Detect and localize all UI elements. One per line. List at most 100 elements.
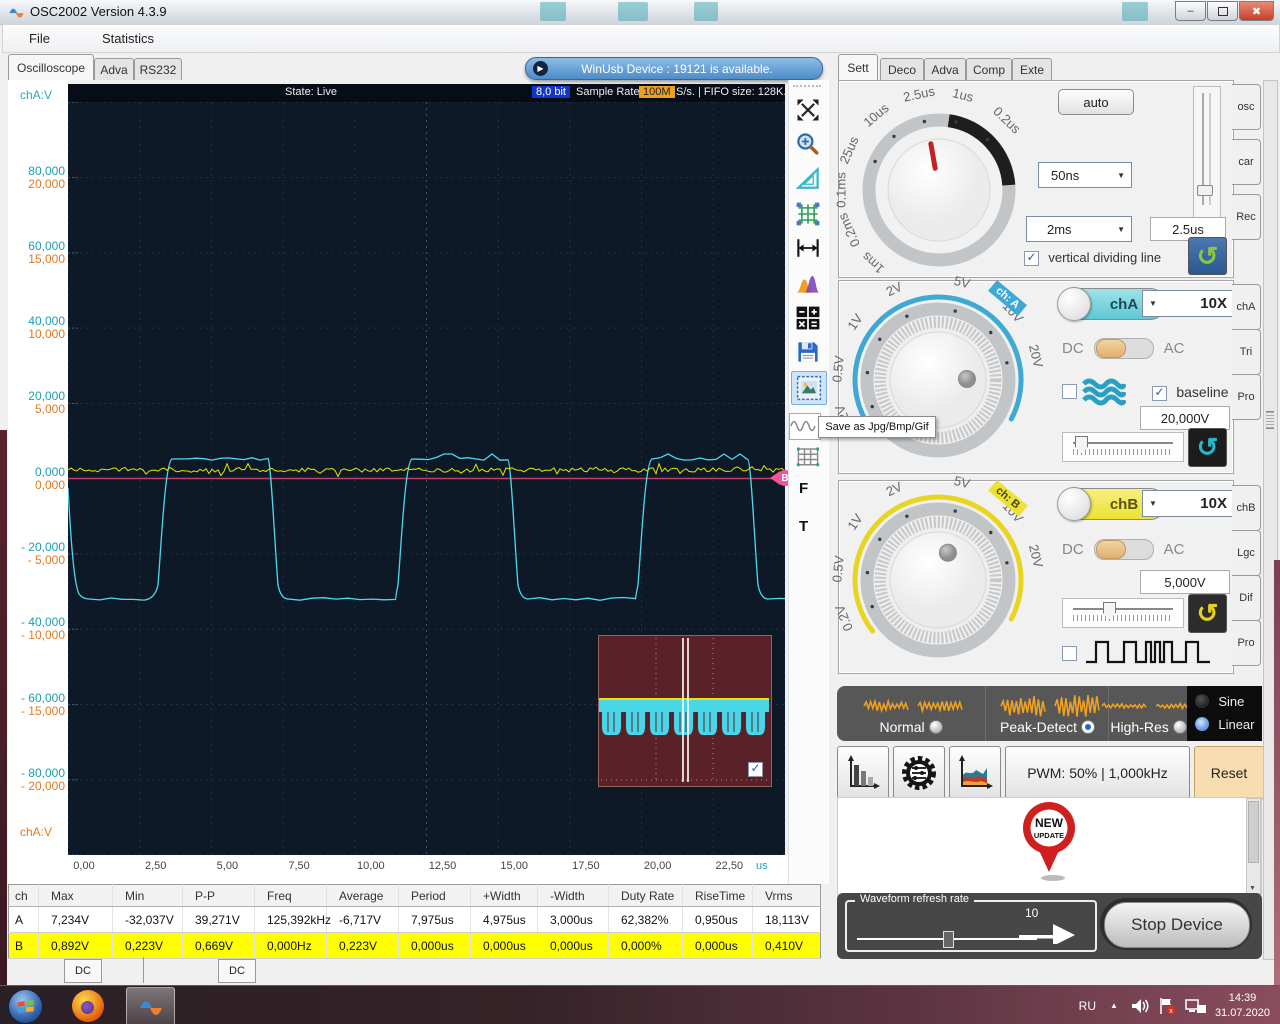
sample-interval-select[interactable]: 50ns▼ [1038, 162, 1132, 188]
area-chart-tool-button[interactable] [949, 746, 1001, 800]
acquisition-mode-high-res[interactable]: High-Res [1108, 686, 1188, 741]
column-header[interactable]: Freq [255, 885, 327, 907]
coupling-indicator-chb[interactable]: DC [218, 959, 256, 983]
baseline-checkbox[interactable]: ✓ [1152, 386, 1167, 401]
panel-tab-sett[interactable]: Sett [838, 54, 878, 80]
side-tab-lgc-7[interactable]: Lgc [1232, 530, 1261, 576]
refresh-slider-thumb[interactable] [943, 931, 954, 948]
interp-linear-option[interactable]: Linear [1195, 717, 1254, 732]
minimize-button[interactable]: – [1175, 1, 1206, 21]
tray-expand-icon[interactable]: ▲ [1110, 1001, 1118, 1010]
timebase-reset-button[interactable]: ↺ [1188, 237, 1227, 275]
channel-a-probe-select[interactable]: ▼10X [1142, 290, 1238, 317]
waveform-overview-inset[interactable]: ✓ [598, 635, 772, 787]
coupling-switch-track[interactable] [1094, 338, 1154, 359]
acquisition-mode-normal[interactable]: Normal [837, 686, 985, 741]
side-tab-dif-8[interactable]: Dif [1232, 575, 1261, 621]
column-header[interactable]: ch [9, 885, 39, 907]
acquisition-mode-peak-detect[interactable]: Peak-Detect [985, 686, 1109, 741]
fft-button[interactable]: F [799, 480, 808, 497]
column-header[interactable]: +Width [471, 885, 538, 907]
table-grid-button[interactable] [791, 440, 825, 472]
coupling-switch-track[interactable] [1094, 539, 1154, 560]
side-tab-osc-0[interactable]: osc [1232, 84, 1261, 130]
column-header[interactable]: Period [399, 885, 471, 907]
language-indicator[interactable]: RU [1079, 999, 1096, 1013]
side-tab-chb-6[interactable]: chB [1232, 485, 1261, 531]
side-tab-tri-4[interactable]: Tri [1232, 329, 1261, 375]
column-header[interactable]: RiseTime [683, 885, 753, 907]
trigger-button[interactable]: T [799, 518, 808, 535]
math-button[interactable] [791, 302, 825, 334]
start-button[interactable] [8, 989, 43, 1024]
side-tab-cha-3[interactable]: chA [1232, 284, 1261, 330]
slider-thumb[interactable] [1197, 185, 1213, 196]
grid-button[interactable] [791, 198, 825, 230]
channel-a-reset-button[interactable]: ↺ [1188, 428, 1227, 467]
panel-tab-deco[interactable]: Deco [880, 58, 924, 80]
tab-adva[interactable]: Adva [94, 58, 134, 80]
channel-b-digital-option[interactable] [1062, 646, 1077, 661]
inset-checkbox[interactable]: ✓ [748, 762, 763, 777]
firefox-taskbar-icon[interactable] [72, 990, 104, 1022]
radio-icon[interactable] [929, 720, 943, 734]
channel-b-volts-knob[interactable]: 0.2V0.5V1V2V5V10V20Vch: B [843, 484, 1063, 676]
panel-scrollbar[interactable]: ▼ [1246, 798, 1261, 894]
save-button[interactable] [791, 336, 825, 368]
timebase-fine-slider[interactable] [1193, 86, 1221, 218]
waveform-export-button[interactable] [789, 413, 821, 440]
measurement-row-B[interactable]: B0,892V0,223V0,669V0,000Hz0,223V0,000us0… [9, 933, 821, 959]
timebase-knob[interactable]: 25us10us2.5us1us0.2us0.1ms0.2ms1ms [843, 90, 1053, 280]
column-header[interactable]: Vrms [753, 885, 821, 907]
pwm-button[interactable]: PWM: 50% | 1,000kHz [1005, 746, 1190, 800]
expand-button[interactable] [791, 94, 825, 126]
histogram-tool-button[interactable] [837, 746, 889, 800]
channel-a-offset-slider[interactable] [1062, 432, 1184, 462]
coupling-indicator-cha[interactable]: DC [64, 959, 102, 983]
side-tab-rec-2[interactable]: Rec [1232, 194, 1261, 240]
stop-device-button[interactable]: Stop Device [1104, 902, 1250, 948]
action-center-flag-icon[interactable]: x [1157, 997, 1177, 1015]
auto-button[interactable]: auto [1058, 89, 1134, 115]
column-header[interactable]: P-P [183, 885, 255, 907]
menu-item-statistics[interactable]: Statistics [76, 31, 180, 46]
channel-a-volts-knob[interactable]: 0.2V0.5V1V2V5V10V20Vch: A [843, 284, 1063, 476]
column-header[interactable]: -Width [538, 885, 609, 907]
radio-icon[interactable] [1081, 720, 1095, 734]
radio-icon[interactable] [1173, 720, 1187, 734]
column-header[interactable]: Duty Rate [609, 885, 683, 907]
device-status-banner[interactable]: ▶ WinUsb Device : 19121 is available. [525, 57, 823, 80]
tab-rs232[interactable]: RS232 [134, 58, 182, 80]
close-button[interactable]: ✖ [1239, 1, 1274, 21]
osc-app-taskbar-button[interactable] [126, 987, 175, 1024]
panel-tab-adva[interactable]: Adva [924, 58, 966, 80]
column-header[interactable]: Average [327, 885, 399, 907]
maximize-button[interactable] [1207, 1, 1238, 21]
zoom-in-button[interactable] [791, 129, 825, 161]
channel-b-offset-slider[interactable] [1062, 598, 1184, 628]
vertical-divider-option[interactable]: ✓ vertical dividing line [1024, 250, 1161, 266]
measurement-row-A[interactable]: A7,234V-32,037V39,271V125,392kHz-6,717V7… [9, 907, 821, 933]
channel-a-baseline-option[interactable]: ✓ baseline [1152, 384, 1229, 401]
triangle-ruler-button[interactable] [791, 163, 825, 195]
panel-tab-comp[interactable]: Comp [966, 58, 1012, 80]
channel-b-reset-button[interactable]: ↺ [1188, 594, 1227, 633]
screenshot-button[interactable] [791, 371, 827, 405]
channel-b-coupling-switch[interactable]: DC AC [1062, 539, 1185, 560]
channel-a-invert-option[interactable] [1062, 384, 1077, 399]
new-update-badge[interactable]: NEW UPDATE [1019, 800, 1079, 884]
menu-item-file[interactable]: File [3, 31, 76, 46]
panel-tab-exte[interactable]: Exte [1012, 58, 1052, 80]
tab-oscilloscope[interactable]: Oscilloscope [8, 54, 94, 80]
spectrum-button[interactable] [791, 267, 825, 299]
side-tab-car-1[interactable]: car [1232, 139, 1261, 185]
volume-icon[interactable] [1130, 997, 1149, 1015]
column-header[interactable]: Max [39, 885, 113, 907]
interp-sine-option[interactable]: Sine [1195, 694, 1244, 709]
settings-tool-button[interactable] [893, 746, 945, 800]
clock[interactable]: 14:39 31.07.2020 [1215, 991, 1270, 1021]
width-measure-button[interactable] [791, 232, 825, 264]
channel-b-probe-select[interactable]: ▼10X [1142, 490, 1238, 517]
network-icon[interactable] [1185, 997, 1207, 1015]
scroll-down-arrow[interactable]: ▼ [1249, 885, 1256, 892]
